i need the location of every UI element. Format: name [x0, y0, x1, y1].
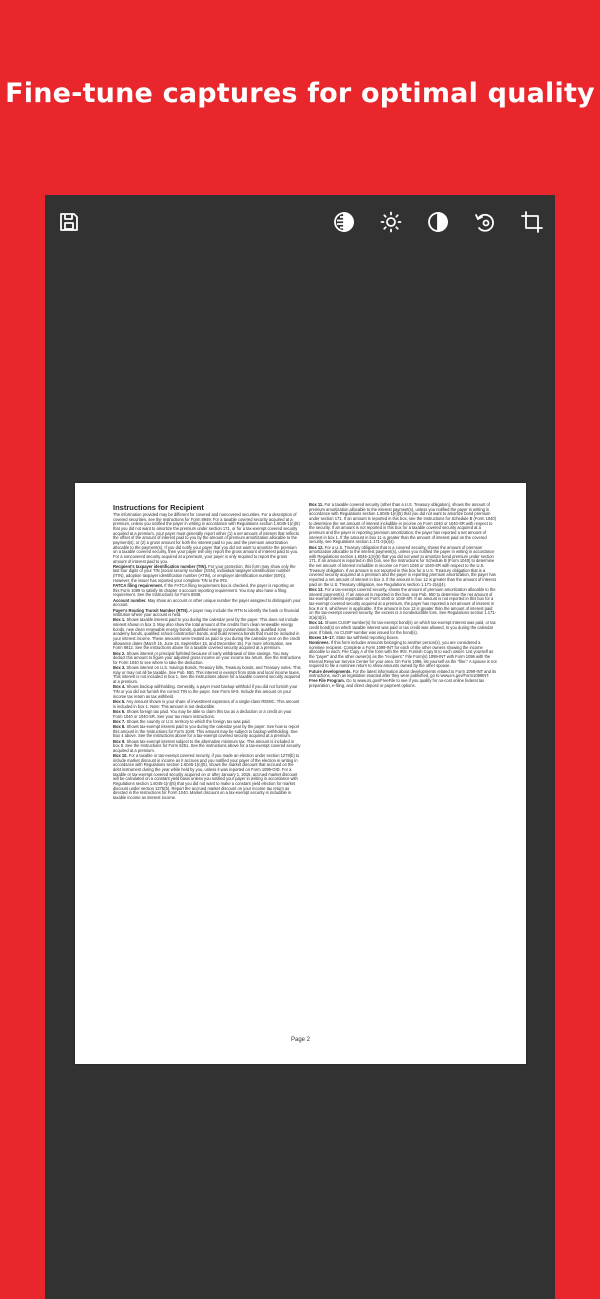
scanned-document[interactable]: Instructions for Recipient The informati… [75, 483, 526, 1064]
paragraph-text: Shows CUSIP number(s) for tax-exempt bon… [309, 620, 496, 635]
contrast-icon [428, 212, 448, 232]
document-paragraph: FATCA filing requirement. If the FATCA f… [113, 583, 301, 598]
document-paragraph: Box 8. Shows tax-exempt interest paid to… [113, 724, 301, 739]
document-paragraph: Box 11. For a taxable covered security (… [309, 502, 497, 545]
document-paragraph: Box 1. Shows taxable interest paid to yo… [113, 618, 301, 651]
document-right-column: Box 11. For a taxable covered security (… [309, 502, 497, 689]
crop-button[interactable] [518, 208, 546, 236]
crop-icon [521, 211, 543, 233]
paragraph-text: For a taxable covered security (other th… [309, 502, 497, 545]
brightness-icon [380, 211, 402, 233]
document-paragraph: Account number. May show an account or o… [113, 598, 301, 608]
paragraph-text: The information provided may be differen… [113, 512, 300, 564]
paragraph-text: Shows backup withholding. Generally, a p… [113, 684, 298, 699]
document-paragraph: Box 4. Shows backup withholding. General… [113, 684, 301, 699]
paragraph-text: Any amount shown is your share of invest… [113, 698, 300, 709]
save-button[interactable] [55, 208, 83, 236]
editor-screen: Instructions for Recipient The informati… [45, 195, 555, 1299]
save-icon [60, 213, 78, 231]
paragraph-heading: Boxes 15–17. [309, 634, 335, 640]
editor-toolbar [45, 195, 555, 249]
contrast-button[interactable] [424, 208, 452, 236]
paragraph-text: Shows tax-exempt interest subject to the… [113, 738, 301, 753]
document-paragraph: Box 6. Shows foreign tax paid. You may b… [113, 708, 301, 719]
paragraph-text: If this form includes amounts belonging … [309, 640, 497, 669]
document-paragraph: Future developments. For the latest info… [309, 669, 497, 679]
document-paragraph: Payer's Routing Transit Number (RTN). A … [113, 608, 301, 618]
paragraph-text: Shows tax-exempt interest paid to you du… [113, 724, 300, 739]
paragraph-heading: Box 7. [113, 718, 126, 724]
document-paragraph: Box 14. Shows CUSIP number(s) for tax-ex… [309, 620, 497, 635]
paragraph-text: For a taxable or tax-exempt covered secu… [113, 753, 300, 801]
document-paragraph: The information provided may be differen… [113, 512, 301, 564]
document-paragraph: Box 9. Shows tax-exempt interest subject… [113, 738, 301, 754]
document-title: Instructions for Recipient [113, 503, 204, 512]
document-paragraph: Free File Program. Go to www.irs.gov/Fre… [309, 679, 497, 688]
document-paragraph: Nominees. If this form includes amounts … [309, 640, 497, 669]
paragraph-text: State tax withheld reporting boxes. [336, 634, 399, 640]
document-paragraph: Box 13. For a tax-exempt covered securit… [309, 587, 497, 621]
rotate-icon [475, 213, 494, 232]
paragraph-text: Shows the country or U.S. territory to w… [126, 718, 251, 724]
paragraph-text: For a tax-exempt covered security, shows… [309, 587, 496, 620]
document-paragraph: Box 10. For a taxable or tax-exempt cove… [113, 753, 301, 801]
page-number: Page 2 [290, 1037, 311, 1043]
document-paragraph: Recipient's taxpayer identification numb… [113, 564, 301, 584]
document-paragraph: Box 2. Shows interest or principal forfe… [113, 650, 301, 666]
brightness-contrast-button[interactable] [330, 208, 358, 236]
paragraph-text: Shows interest on U.S. Savings Bonds, Tr… [113, 665, 301, 685]
paragraph-text: For a U.S. Treasury obligation that is a… [309, 544, 496, 587]
document-paragraph: Box 12. For a U.S. Treasury obligation t… [309, 544, 497, 588]
paragraph-text: Shows interest or principal forfeited be… [113, 650, 301, 665]
paragraph-text: Shows foreign tax paid. You may be able … [113, 708, 292, 719]
brightness-contrast-icon [334, 212, 354, 232]
document-paragraph: Box 3. Shows interest on U.S. Savings Bo… [113, 665, 301, 685]
document-paragraph: Box 5. Any amount shown is your share of… [113, 698, 301, 709]
paragraph-text: Shows taxable interest paid to you durin… [113, 617, 300, 651]
document-left-column: The information provided may be differen… [113, 512, 301, 801]
rotate-button[interactable] [471, 208, 499, 236]
brightness-button[interactable] [377, 208, 405, 236]
headline: Fine-tune captures for optimal quality [5, 78, 595, 109]
